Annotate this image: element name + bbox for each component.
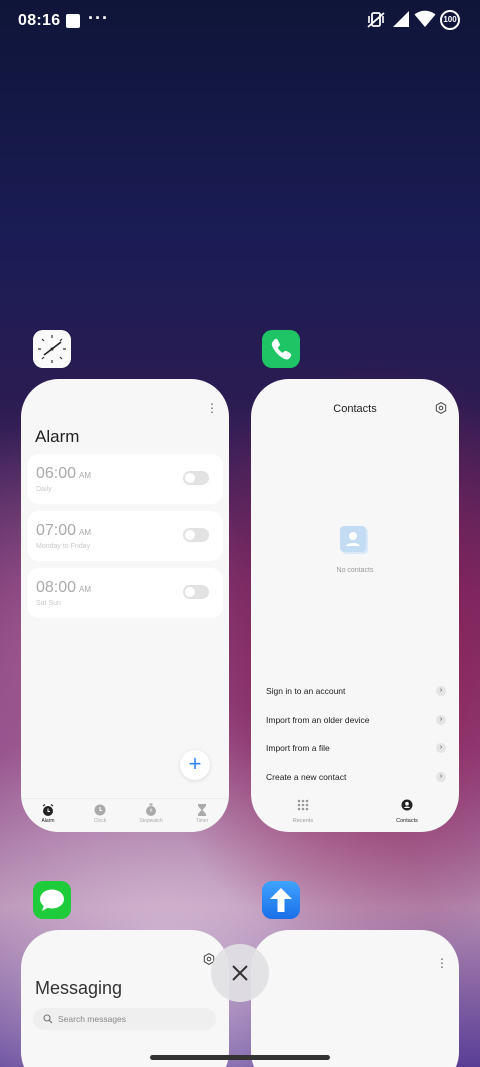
alarm-toggle[interactable] (183, 471, 209, 485)
unknown-app-card[interactable]: · · · (251, 930, 459, 1067)
alarm-toggle[interactable] (183, 585, 209, 599)
nav-timer[interactable]: Timer (176, 803, 228, 824)
chevron-right-icon: › (436, 743, 446, 753)
nav-alarm[interactable]: Alarm (22, 803, 74, 824)
status-bar: 08:16 ··· 100 (0, 0, 480, 44)
chevron-right-icon: › (436, 715, 446, 725)
import-file-action[interactable]: Import from a file › (266, 743, 446, 757)
keypad-icon (297, 798, 309, 815)
create-contact-action[interactable]: Create a new contact › (266, 772, 446, 786)
phone-app-icon[interactable] (262, 330, 300, 368)
alarm-item[interactable]: 06:00 AM Daily (27, 454, 223, 504)
more-options-icon[interactable]: · · · (209, 396, 215, 418)
alarm-time: 08:00 AM (36, 579, 92, 596)
messaging-app-card[interactable]: Messaging Search messages (21, 930, 229, 1067)
empty-contacts-icon (339, 525, 371, 557)
settings-gear-icon[interactable] (435, 401, 447, 419)
nav-contacts[interactable]: Contacts (355, 798, 459, 824)
home-indicator[interactable] (150, 1055, 330, 1060)
no-contacts-text: No contacts (336, 567, 374, 574)
upload-arrow-app-icon[interactable] (262, 881, 300, 919)
clock-app-card[interactable]: · · · Alarm 06:00 AM Daily 07:00 AM Monday t… (21, 379, 229, 832)
nav-stopwatch[interactable]: Stopwatch (125, 803, 177, 824)
clock-app-icon[interactable] (33, 330, 71, 368)
alarm-repeat: Daily (36, 486, 52, 493)
add-alarm-button[interactable]: + (180, 750, 210, 780)
person-icon (401, 798, 413, 815)
messages-app-icon[interactable] (33, 881, 71, 919)
nav-recents[interactable]: Recents (251, 798, 355, 824)
alarm-item[interactable]: 07:00 AM Monday to Friday (27, 511, 223, 561)
status-time: 08:16 (18, 12, 61, 29)
stopwatch-icon (125, 803, 177, 817)
vibrate-off-icon (366, 10, 386, 35)
battery-icon: 100 (440, 10, 460, 30)
chevron-right-icon: › (436, 772, 446, 782)
alarm-toggle[interactable] (183, 528, 209, 542)
hourglass-icon (176, 803, 228, 817)
cell-signal-icon (392, 10, 410, 33)
chevron-right-icon: › (436, 686, 446, 696)
alarm-item[interactable]: 08:00 AM Sat Sun (27, 568, 223, 618)
search-icon (43, 1014, 53, 1024)
nav-clock[interactable]: Clock (74, 803, 126, 824)
messaging-page-title: Messaging (35, 978, 123, 998)
contacts-page-title: Contacts (333, 403, 377, 415)
sign-in-account-action[interactable]: Sign in to an account › (266, 686, 446, 700)
alarm-time: 06:00 AM (36, 465, 92, 482)
screenshot-square-icon (66, 14, 80, 28)
clock-bottom-nav: Alarm Clock Stopwatch Timer (21, 798, 229, 832)
clear-all-button[interactable] (211, 944, 269, 1002)
more-options-icon[interactable]: · · · (439, 951, 445, 973)
alarm-time: 07:00 AM (36, 522, 92, 539)
alarm-repeat: Sat Sun (36, 600, 61, 607)
import-older-device-action[interactable]: Import from an older device › (266, 715, 446, 729)
alarm-clock-icon (22, 803, 74, 817)
close-icon (232, 965, 248, 981)
more-dots-icon: ··· (88, 8, 109, 28)
wifi-icon (414, 10, 436, 33)
contacts-app-card[interactable]: Contacts No contacts Sign in to an accou… (251, 379, 459, 832)
alarm-repeat: Monday to Friday (36, 543, 91, 550)
search-messages-input[interactable]: Search messages (33, 1008, 216, 1030)
clock-icon (74, 803, 126, 817)
alarm-page-title: Alarm (35, 427, 80, 446)
